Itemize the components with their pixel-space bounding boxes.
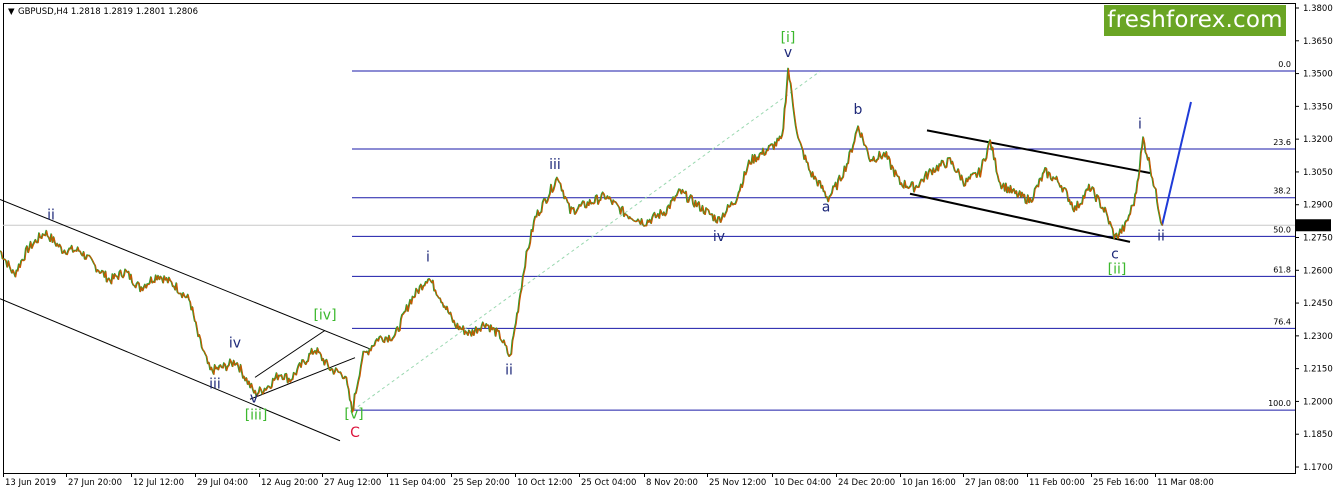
wave-label: [i] <box>781 30 796 46</box>
y-tick-label: 1.1850 <box>1303 430 1333 440</box>
fib-trendline <box>352 70 821 411</box>
y-tick-label: 1.3200 <box>1303 135 1333 145</box>
falling-channel-lower <box>0 298 341 442</box>
y-tick-label: 1.2450 <box>1303 299 1333 309</box>
wedge-upper <box>254 329 326 378</box>
y-tick-label: 1.2900 <box>1303 201 1333 211</box>
chart-header: GBPUSD,H4 1.2818 1.2819 1.2801 1.2806 <box>18 7 198 17</box>
wedge-lower <box>249 357 356 400</box>
y-tick-label: 1.1700 <box>1303 463 1333 473</box>
wave-label: ii <box>1157 228 1165 244</box>
wave-label: v <box>250 391 258 407</box>
fib-level-label: 38.2 <box>1273 187 1291 196</box>
brand-logo: freshforex.com <box>1104 5 1286 36</box>
x-tick-label: 10 Oct 12:00 <box>517 478 572 488</box>
wave-label: [iv] <box>313 307 336 323</box>
x-tick-label: 27 Jan 08:00 <box>965 478 1019 488</box>
y-tick-label: 1.2000 <box>1303 397 1333 407</box>
fib-level-label: 76.4 <box>1273 317 1291 326</box>
x-tick-label: 27 Aug 12:00 <box>324 478 381 488</box>
wave-label: ii <box>505 362 513 378</box>
wave-label: iii <box>209 376 221 392</box>
wave-label: b <box>854 102 863 118</box>
x-tick-label: 10 Jan 16:00 <box>902 478 956 488</box>
y-tick-label: 1.3050 <box>1303 168 1333 178</box>
wave-label: C <box>350 425 360 441</box>
fib-level-label: 50.0 <box>1273 225 1291 234</box>
x-tick-label: 25 Feb 16:00 <box>1093 478 1149 488</box>
plot-frame <box>3 3 1296 474</box>
y-tick-label: 1.2750 <box>1303 234 1333 244</box>
wave-label: iv <box>713 229 725 245</box>
chart-window[interactable]: 1.3800 1.3650 1.3500 1.3350 1.3200 1.3050 1.29… <box>0 0 1333 494</box>
y-tick-label: 1.3800 <box>1303 4 1333 14</box>
x-tick-label: 29 Jul 04:00 <box>197 478 248 488</box>
fib-level-label: 100.0 <box>1268 399 1291 408</box>
wave-label: v <box>784 45 792 61</box>
price-series <box>0 68 1164 413</box>
x-tick-label: 27 Jun 20:00 <box>68 478 122 488</box>
x-tick-label: 13 Jun 2019 <box>5 478 56 488</box>
x-tick-label: 10 Dec 04:00 <box>774 478 831 488</box>
x-tick-label: 24 Dec 20:00 <box>838 478 895 488</box>
x-tick-label: 25 Sep 20:00 <box>453 478 510 488</box>
dropdown-icon: ▼ <box>8 7 15 17</box>
falling-channel-upper <box>0 199 371 350</box>
correction-channel-upper <box>926 129 1151 175</box>
price-series-shadow <box>0 67 1163 413</box>
y-tick-label: 1.2600 <box>1303 266 1333 276</box>
wave-label: iv <box>229 336 241 352</box>
wave-label: [ii] <box>1108 261 1127 277</box>
wave-label: [iii] <box>245 408 268 424</box>
y-tick-label: 1.2150 <box>1303 365 1333 375</box>
x-tick-label: 11 Mar 08:00 <box>1157 478 1214 488</box>
y-tick-label: 1.3350 <box>1303 102 1333 112</box>
x-tick-label: 11 Sep 04:00 <box>389 478 446 488</box>
y-tick-label: 1.3650 <box>1303 37 1333 47</box>
x-tick-label: 11 Feb 00:00 <box>1029 478 1085 488</box>
x-tick-label: 8 Nov 20:00 <box>646 478 698 488</box>
wave-label: i <box>426 250 430 266</box>
x-tick-label: 12 Jul 12:00 <box>133 478 184 488</box>
x-tick-label: 12 Aug 20:00 <box>261 478 318 488</box>
wave-label: iii <box>549 157 561 173</box>
x-tick-label: 25 Nov 12:00 <box>709 478 766 488</box>
fib-level-label: 0.0 <box>1278 60 1291 69</box>
fib-level-label: 61.8 <box>1273 265 1291 274</box>
wave-label: ii <box>47 208 55 224</box>
forecast-arrow <box>1161 101 1192 226</box>
y-tick-label: 1.2300 <box>1303 332 1333 342</box>
x-tick-label: 25 Oct 04:00 <box>581 478 636 488</box>
wave-label: a <box>822 200 831 216</box>
wave-label: i <box>1138 117 1142 133</box>
wave-label: c <box>1111 247 1119 263</box>
current-price-label: 1.2806 <box>1298 221 1328 231</box>
fib-level-label: 23.6 <box>1273 138 1291 147</box>
price-chart[interactable]: 1.3800 1.3650 1.3500 1.3350 1.3200 1.3050 1.29… <box>0 0 1333 494</box>
y-tick-label: 1.3500 <box>1303 70 1333 80</box>
wave-label: [v] <box>344 406 363 422</box>
